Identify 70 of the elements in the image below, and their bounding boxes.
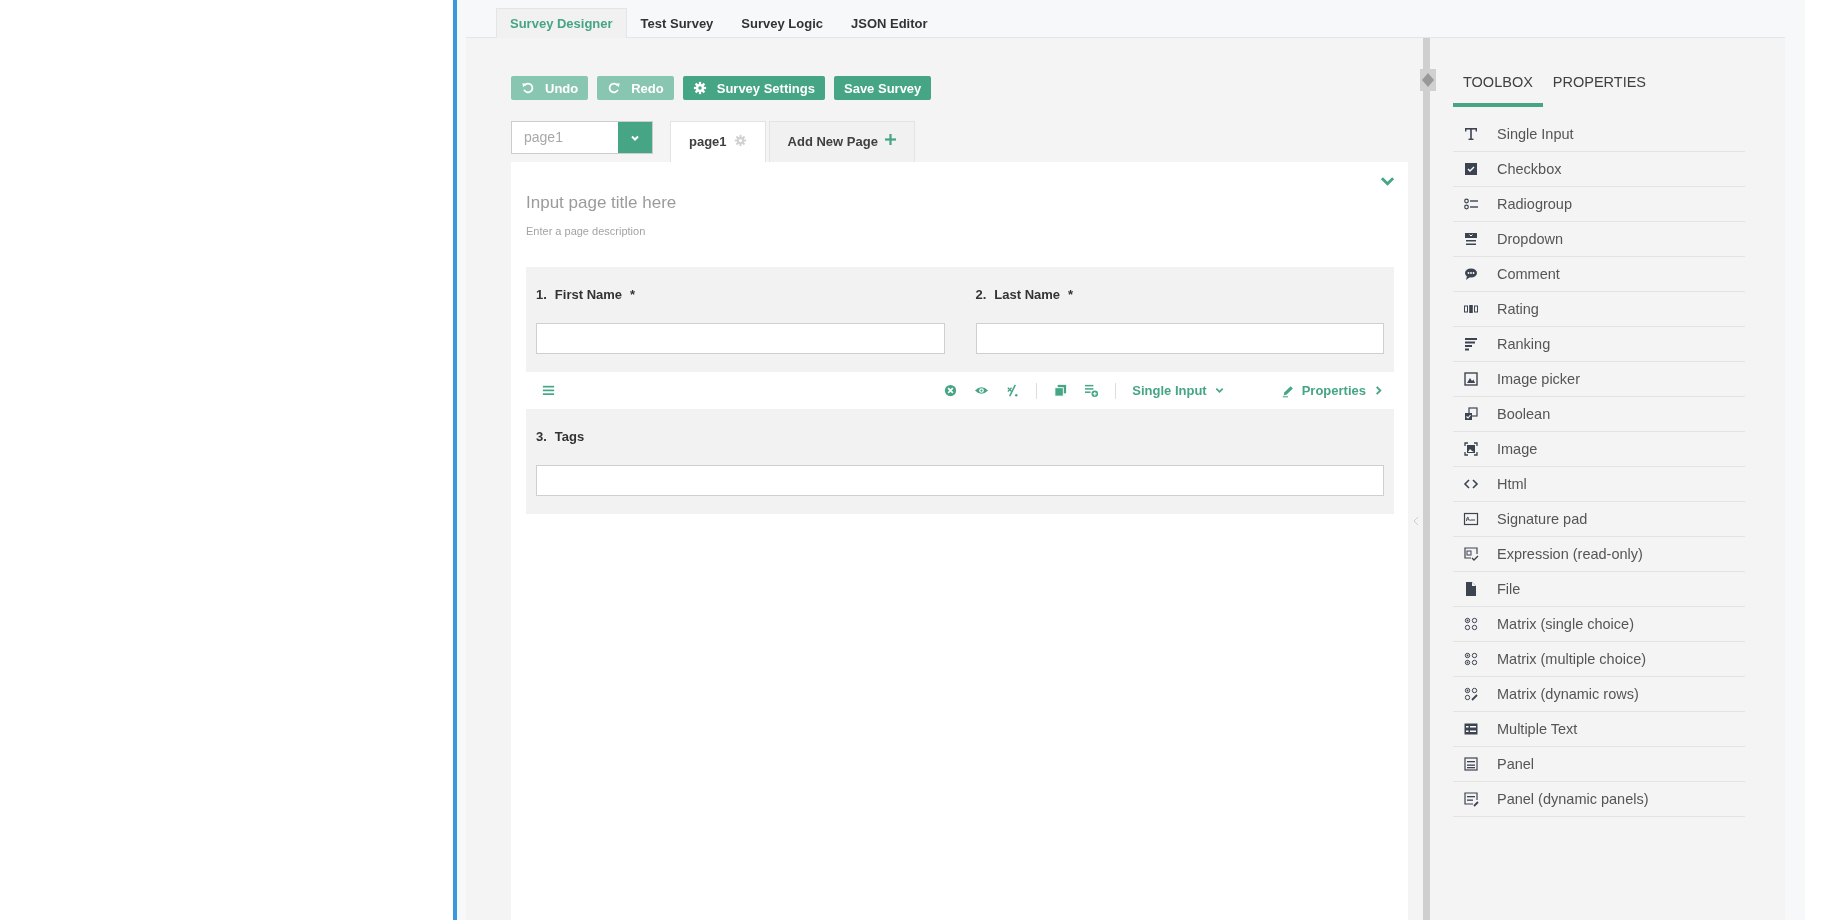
- text-icon: [1463, 126, 1479, 142]
- image-frame-icon: [1463, 441, 1479, 457]
- toolbox-item[interactable]: Expression (read-only): [1453, 537, 1745, 572]
- toolbox-item[interactable]: Html: [1453, 467, 1745, 502]
- toolbox-item[interactable]: Single Input: [1453, 117, 1745, 152]
- text-input-field[interactable]: [975, 323, 1384, 354]
- toolbox-item[interactable]: Matrix (multiple choice): [1453, 642, 1745, 677]
- circles-grid-icon: [1463, 651, 1479, 667]
- toolbox-item[interactable]: Matrix (single choice): [1453, 607, 1745, 642]
- add-to-list-icon[interactable]: [1084, 383, 1100, 398]
- toolbox-item[interactable]: Dropdown: [1453, 222, 1745, 257]
- question-number: 3.: [536, 429, 547, 444]
- question-title[interactable]: First Name: [554, 287, 623, 302]
- question-title[interactable]: Tags: [554, 429, 585, 444]
- side-panel-tab[interactable]: TOOLBOX: [1453, 74, 1543, 107]
- add-page-tab[interactable]: Add New Page: [768, 121, 915, 162]
- copy-icon[interactable]: [1053, 383, 1069, 398]
- text-input-field[interactable]: [536, 323, 945, 354]
- gear-icon: [733, 134, 747, 147]
- speech-bubble-icon: [1463, 266, 1479, 282]
- text-input-field[interactable]: [536, 465, 1384, 496]
- panel-icon: [1463, 756, 1479, 772]
- toolbox-item[interactable]: Ranking: [1453, 327, 1745, 362]
- required-mark: *: [630, 287, 636, 302]
- collapse-chevron-icon[interactable]: [1380, 175, 1395, 187]
- page-tab[interactable]: page1: [670, 121, 766, 162]
- checkbox-icon: [1463, 161, 1479, 177]
- collapse-toggle-icon[interactable]: [1420, 69, 1436, 91]
- panel-pencil-icon: [1463, 791, 1479, 807]
- toolbox-item[interactable]: File: [1453, 572, 1745, 607]
- toolbox-item[interactable]: Multiple Text: [1453, 712, 1745, 747]
- bars-icon: [1463, 336, 1479, 352]
- form-icon: [1463, 721, 1479, 737]
- drag-handle-icon[interactable]: [541, 383, 556, 398]
- dropdown-icon: [1463, 231, 1479, 247]
- designer-tab[interactable]: JSON Editor: [837, 8, 942, 38]
- required-mark: *: [1068, 287, 1074, 302]
- signature-icon: [1463, 511, 1479, 527]
- toolbox-item[interactable]: Signature pad: [1453, 502, 1745, 537]
- boolean-icon: [1463, 406, 1479, 422]
- toolbox-item[interactable]: Radiogroup: [1453, 187, 1745, 222]
- expression-icon: [1463, 546, 1479, 562]
- settings-icon: [692, 81, 707, 95]
- designer-tab[interactable]: Test Survey: [626, 8, 728, 38]
- toolbox-item[interactable]: Image picker: [1453, 362, 1745, 397]
- pencil-icon: [1280, 383, 1295, 398]
- redo-icon: [607, 81, 622, 95]
- radio-list-icon: [1463, 196, 1479, 212]
- toolbox-item[interactable]: Image: [1453, 432, 1745, 467]
- toolbox-item[interactable]: Checkbox: [1453, 152, 1745, 187]
- picture-icon: [1463, 371, 1479, 387]
- file-icon: [1463, 581, 1479, 597]
- toolbox-item[interactable]: Rating: [1453, 292, 1745, 327]
- question-title[interactable]: Last Name: [994, 287, 1061, 302]
- side-panel-tab[interactable]: PROPERTIES: [1542, 74, 1657, 107]
- circles-grid-icon: [1463, 616, 1479, 632]
- question-number: 1.: [536, 287, 547, 302]
- toolbox-item[interactable]: Comment: [1453, 257, 1745, 292]
- chevron-down-icon: [1213, 385, 1225, 396]
- toolbox-item[interactable]: Panel: [1453, 747, 1745, 782]
- plus-icon: [884, 134, 896, 145]
- toolbox-item[interactable]: Boolean: [1453, 397, 1745, 432]
- toolbox-item[interactable]: Panel (dynamic panels): [1453, 782, 1745, 817]
- chevron-right-icon: [1373, 385, 1384, 396]
- designer-tab[interactable]: Survey Logic: [727, 8, 837, 38]
- toolbox-item[interactable]: Matrix (dynamic rows): [1453, 677, 1745, 712]
- undo-icon: [521, 81, 535, 95]
- question-number: 2.: [975, 287, 987, 302]
- delete-icon[interactable]: [943, 383, 959, 398]
- circles-pencil-icon: [1463, 686, 1479, 702]
